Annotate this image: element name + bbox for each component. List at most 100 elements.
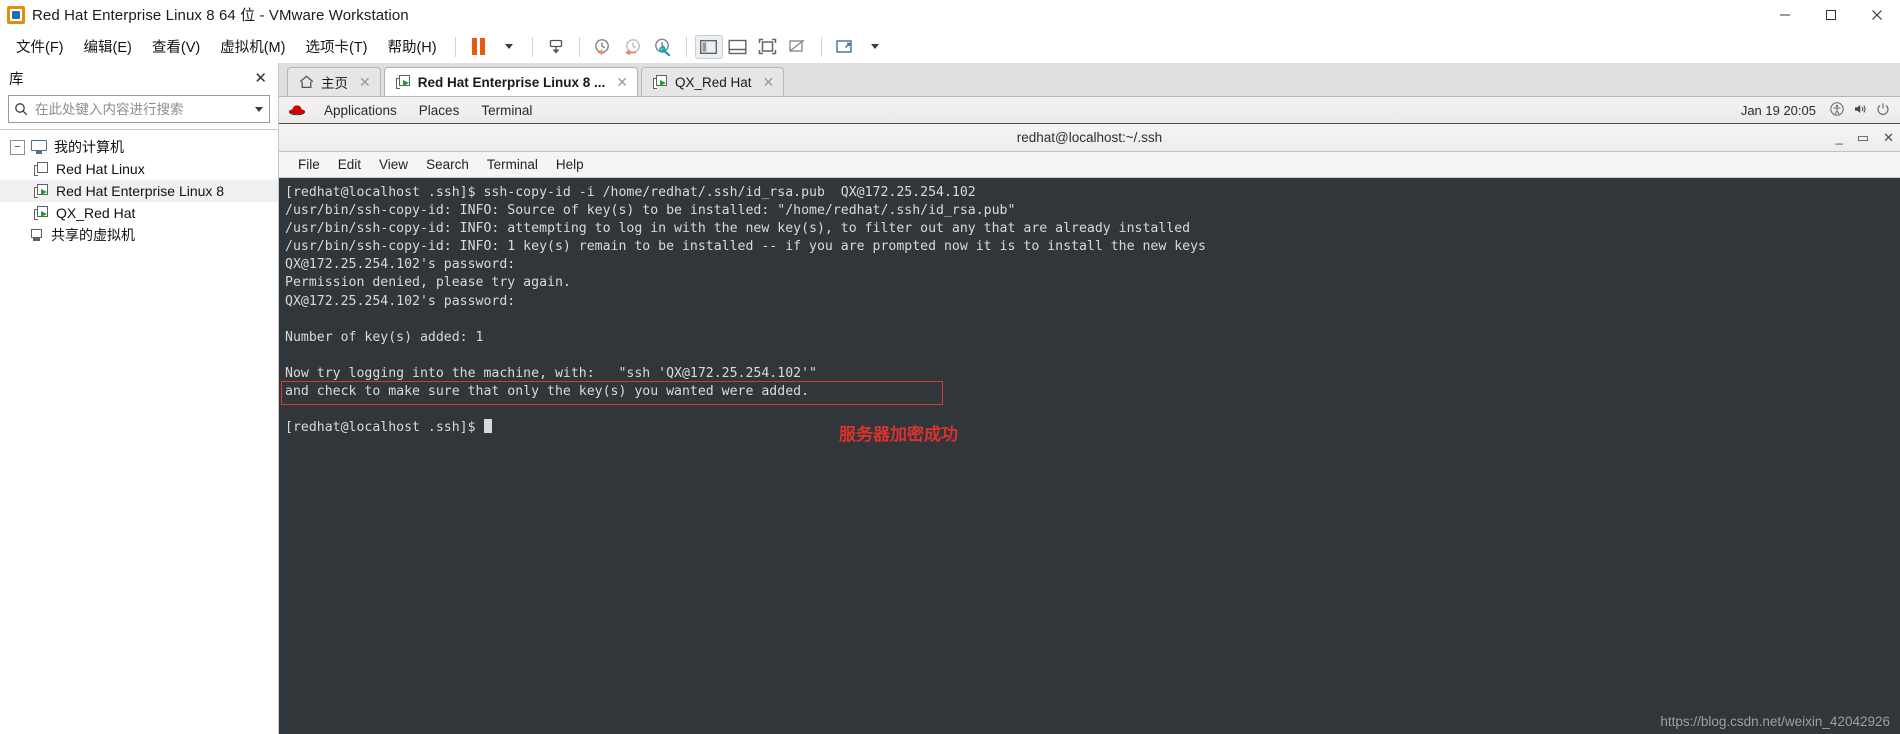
terminal-menu-bar: File Edit View Search Terminal Help [279, 152, 1900, 178]
search-icon [9, 102, 33, 116]
vm-running-icon [34, 206, 49, 220]
terminal-menu-edit[interactable]: Edit [329, 157, 370, 172]
tab-strip: 主页 ✕ Red Hat Enterprise Linux 8 ... ✕ QX… [279, 63, 1900, 97]
gnome-menu-applications[interactable]: Applications [313, 103, 408, 118]
tab-home[interactable]: 主页 ✕ [287, 67, 381, 96]
tree-expander-icon[interactable]: − [10, 139, 25, 155]
volume-icon[interactable] [1853, 102, 1867, 119]
terminal-prompt: [redhat@localhost .ssh]$ [285, 420, 484, 436]
tab-label: 主页 [321, 76, 348, 91]
library-panel: 库 ✕ − 我的计算机 Red [0, 63, 279, 734]
tab-close-icon[interactable]: ✕ [359, 74, 371, 91]
tab-qx-red-hat[interactable]: QX_Red Hat ✕ [641, 67, 785, 96]
minimize-button[interactable] [1762, 0, 1808, 29]
show-library-icon[interactable] [694, 34, 723, 59]
terminal-minimize-button[interactable]: _ [1836, 130, 1843, 145]
menu-help[interactable]: 帮助(H) [377, 32, 446, 61]
terminal-window: redhat@localhost:~/.ssh _ ▭ ✕ File Edit … [279, 124, 1900, 734]
menu-tabs[interactable]: 选项卡(T) [295, 32, 377, 61]
terminal-menu-search[interactable]: Search [417, 157, 478, 172]
gnome-tray [1816, 101, 1900, 119]
gnome-menu-terminal[interactable]: Terminal [470, 103, 543, 118]
tree-item-qx-red-hat[interactable]: QX_Red Hat [0, 202, 278, 224]
toolbar-separator-5 [820, 36, 822, 57]
annotation-text: 服务器加密成功 [839, 425, 958, 445]
snapshot-revert-icon[interactable] [618, 34, 648, 60]
power-dropdown-caret-icon[interactable] [494, 34, 524, 60]
vmware-workstation-window: Red Hat Enterprise Linux 8 64 位 - VMware… [0, 0, 1900, 734]
stretch-guest-icon[interactable] [830, 34, 860, 60]
tab-close-icon[interactable]: ✕ [763, 74, 775, 91]
menu-edit[interactable]: 编辑(E) [74, 32, 142, 61]
search-box[interactable] [8, 95, 270, 123]
terminal-maximize-button[interactable]: ▭ [1857, 130, 1869, 146]
terminal-menu-view[interactable]: View [370, 157, 417, 172]
red-hat-logo-icon [287, 103, 307, 117]
watermark: https://blog.csdn.net/weixin_42042926 [1660, 714, 1890, 729]
terminal-menu-help[interactable]: Help [547, 157, 593, 172]
terminal-line: QX@172.25.254.102's password: [285, 293, 516, 309]
terminal-menu-terminal[interactable]: Terminal [478, 157, 547, 172]
full-screen-icon[interactable] [753, 34, 783, 60]
tab-close-icon[interactable]: ✕ [616, 74, 628, 91]
vm-stopped-icon [34, 162, 49, 176]
tree-item-label: QX_Red Hat [56, 205, 136, 221]
shared-vms-icon [29, 228, 44, 242]
tab-rhel8[interactable]: Red Hat Enterprise Linux 8 ... ✕ [383, 67, 639, 96]
unity-mode-icon[interactable] [783, 34, 813, 60]
search-input[interactable] [33, 100, 249, 118]
tree-item-red-hat-linux[interactable]: Red Hat Linux [0, 158, 278, 180]
stretch-dropdown-caret-icon[interactable] [860, 34, 890, 60]
terminal-line: [redhat@localhost .ssh]$ ssh-copy-id -i … [285, 185, 976, 200]
toolbar-separator-2 [531, 36, 533, 57]
power-icon[interactable] [1876, 102, 1890, 119]
menu-file[interactable]: 文件(F) [6, 32, 74, 61]
tab-label: Red Hat Enterprise Linux 8 ... [417, 74, 606, 90]
terminal-line: /usr/bin/ssh-copy-id: INFO: attempting t… [285, 221, 1191, 237]
terminal-window-controls: _ ▭ ✕ [1836, 124, 1894, 151]
vm-running-icon [34, 184, 49, 198]
terminal-line: QX@172.25.254.102's password: [285, 257, 516, 273]
snapshot-take-icon[interactable] [588, 34, 618, 60]
toolbar-separator-4 [685, 36, 687, 57]
gnome-clock[interactable]: Jan 19 20:05 [1741, 103, 1816, 118]
gnome-top-bar: Applications Places Terminal Jan 19 20:0… [279, 97, 1900, 124]
gnome-menu-places[interactable]: Places [408, 103, 471, 118]
accessibility-icon[interactable] [1830, 101, 1844, 119]
menu-vm[interactable]: 虚拟机(M) [210, 32, 295, 61]
terminal-title-bar: redhat@localhost:~/.ssh _ ▭ ✕ [279, 124, 1900, 152]
window-title: Red Hat Enterprise Linux 8 64 位 - VMware… [32, 7, 409, 24]
menu-view[interactable]: 查看(V) [142, 32, 210, 61]
tab-label: QX_Red Hat [675, 74, 752, 90]
show-thumbnails-icon[interactable] [723, 34, 753, 60]
vm-tree: − 我的计算机 Red Hat Linux Red Hat Enterprise… [0, 129, 278, 734]
terminal-menu-file[interactable]: File [289, 157, 329, 172]
guest-screen: Applications Places Terminal Jan 19 20:0… [279, 97, 1900, 734]
terminal-prompt-line: [redhat@localhost .ssh]$ [282, 419, 1900, 437]
pause-button[interactable] [464, 34, 494, 60]
right-pane: 主页 ✕ Red Hat Enterprise Linux 8 ... ✕ QX… [279, 63, 1900, 734]
maximize-button[interactable] [1808, 0, 1854, 29]
library-close-icon[interactable]: ✕ [249, 71, 272, 86]
title-bar: Red Hat Enterprise Linux 8 64 位 - VMware… [0, 0, 1900, 30]
tree-item-shared-vms[interactable]: 共享的虚拟机 [0, 224, 278, 246]
toolbar-separator-1 [454, 36, 456, 57]
send-ctrl-alt-del-icon[interactable] [541, 34, 571, 60]
home-icon [299, 75, 314, 89]
library-title: 库 [9, 71, 24, 88]
tree-item-my-computer[interactable]: − 我的计算机 [0, 136, 278, 158]
annotation-highlight-box [281, 381, 943, 405]
chevron-down-icon[interactable] [249, 106, 269, 112]
main-body: 库 ✕ − 我的计算机 Red [0, 63, 1900, 734]
terminal-close-button[interactable]: ✕ [1883, 130, 1894, 146]
vm-running-icon [653, 75, 668, 89]
vm-running-icon [395, 75, 411, 89]
snapshot-manager-icon[interactable] [648, 34, 678, 60]
terminal-output[interactable]: [redhat@localhost .ssh]$ ssh-copy-id -i … [279, 178, 1900, 734]
tree-item-rhel8[interactable]: Red Hat Enterprise Linux 8 [0, 180, 278, 202]
close-button[interactable] [1854, 0, 1900, 29]
monitor-icon [31, 140, 47, 154]
tree-item-label: 我的计算机 [54, 139, 124, 155]
